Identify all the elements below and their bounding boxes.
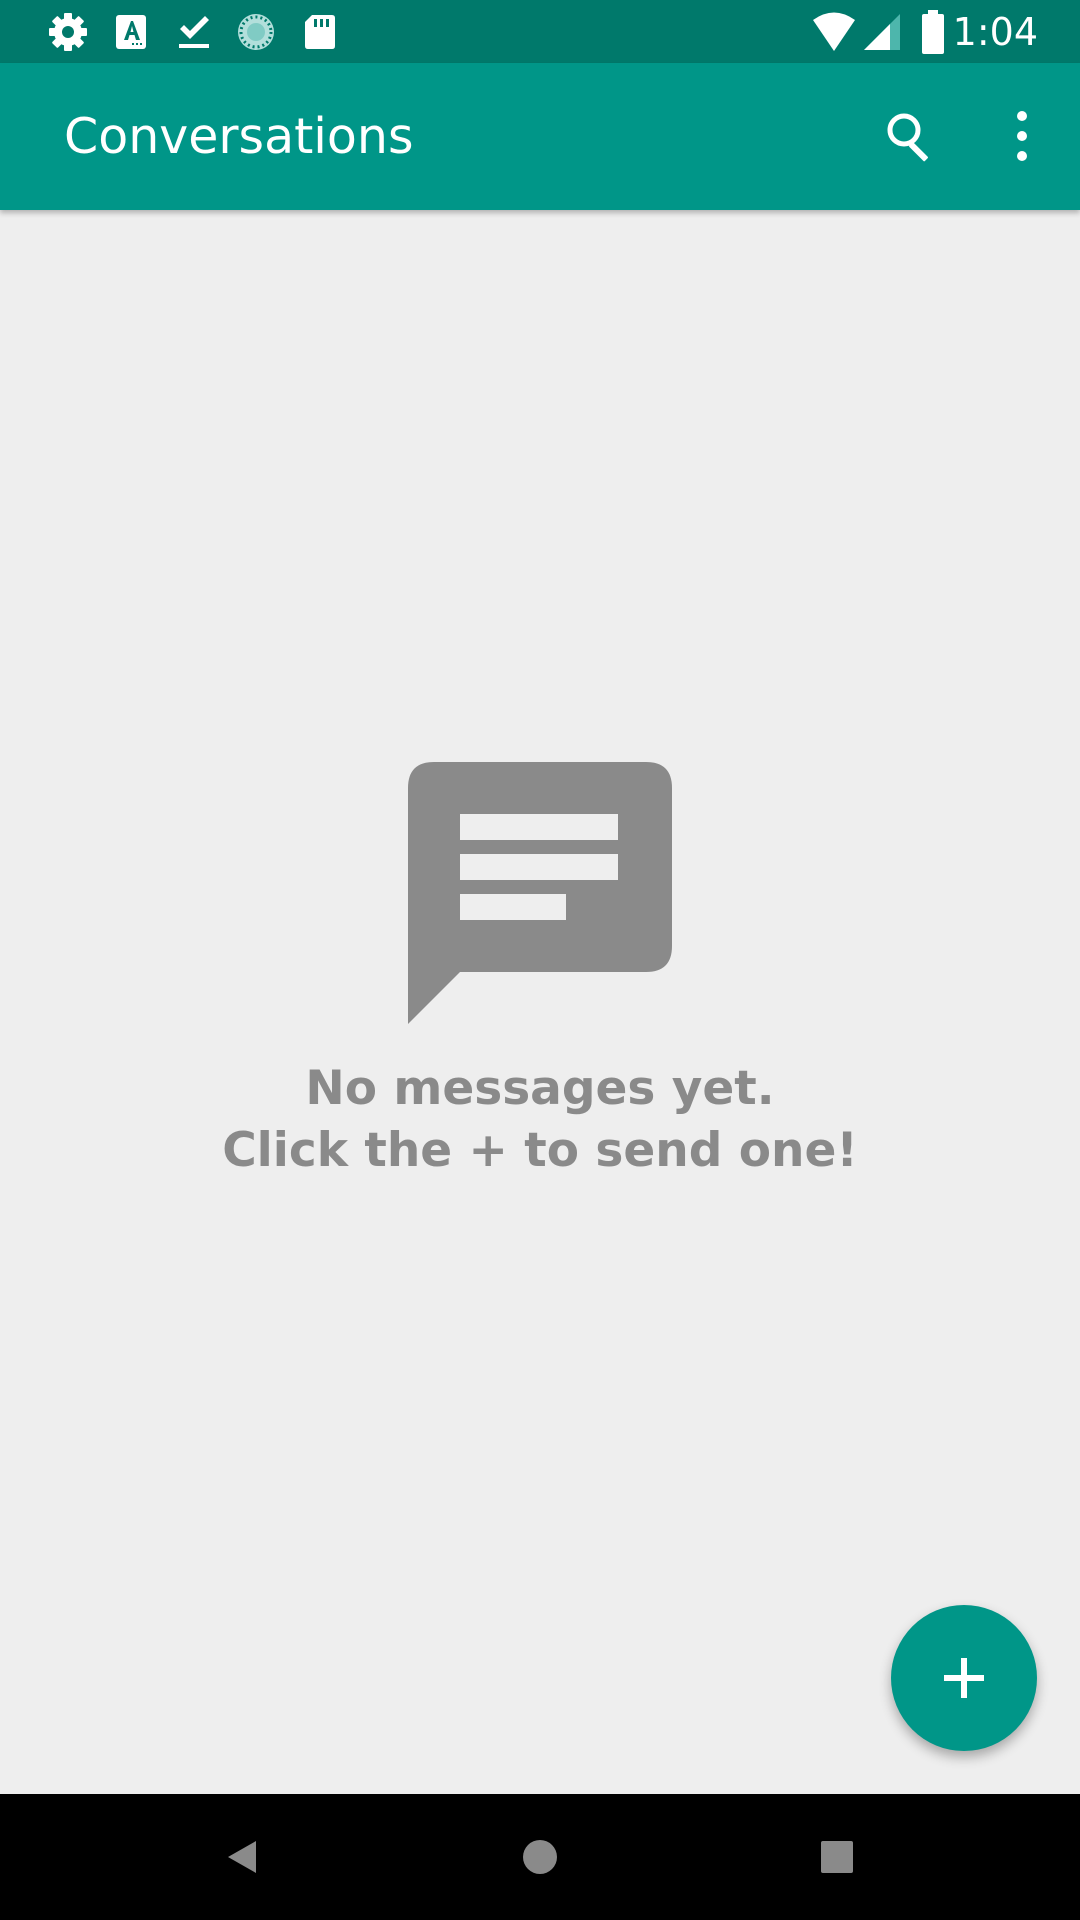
empty-state-line-2: Click the + to send one!: [222, 1123, 858, 1178]
recents-icon: [821, 1841, 853, 1873]
navigation-bar: [0, 1794, 1080, 1920]
search-icon: [887, 113, 929, 162]
back-button[interactable]: [202, 1817, 282, 1897]
back-icon: [228, 1841, 256, 1873]
overflow-menu-icon: [1017, 111, 1027, 161]
recents-button[interactable]: [797, 1817, 877, 1897]
font-a-icon: [112, 12, 152, 52]
message-bubble-icon: [408, 762, 672, 1024]
gear-icon: [48, 12, 88, 52]
status-time: 1:04: [952, 10, 1038, 54]
battery-icon: [920, 10, 946, 54]
wifi-icon: [812, 11, 856, 53]
download-done-icon: [174, 12, 214, 52]
sd-card-icon: [300, 12, 340, 52]
overflow-menu-button[interactable]: [982, 96, 1062, 176]
plus-icon: [944, 1658, 984, 1698]
app-bar: Conversations: [0, 63, 1080, 210]
empty-state-message: No messages yet. Click the + to send one…: [140, 1058, 940, 1182]
search-button[interactable]: [870, 96, 950, 176]
home-icon: [523, 1840, 557, 1874]
page-title: Conversations: [64, 108, 414, 165]
empty-state-line-1: No messages yet.: [305, 1061, 775, 1116]
new-conversation-button[interactable]: [891, 1605, 1037, 1751]
cell-signal-icon: [864, 12, 902, 52]
status-bar: 1:04: [0, 0, 1080, 63]
progress-circle-icon: [236, 12, 276, 52]
home-button[interactable]: [500, 1817, 580, 1897]
